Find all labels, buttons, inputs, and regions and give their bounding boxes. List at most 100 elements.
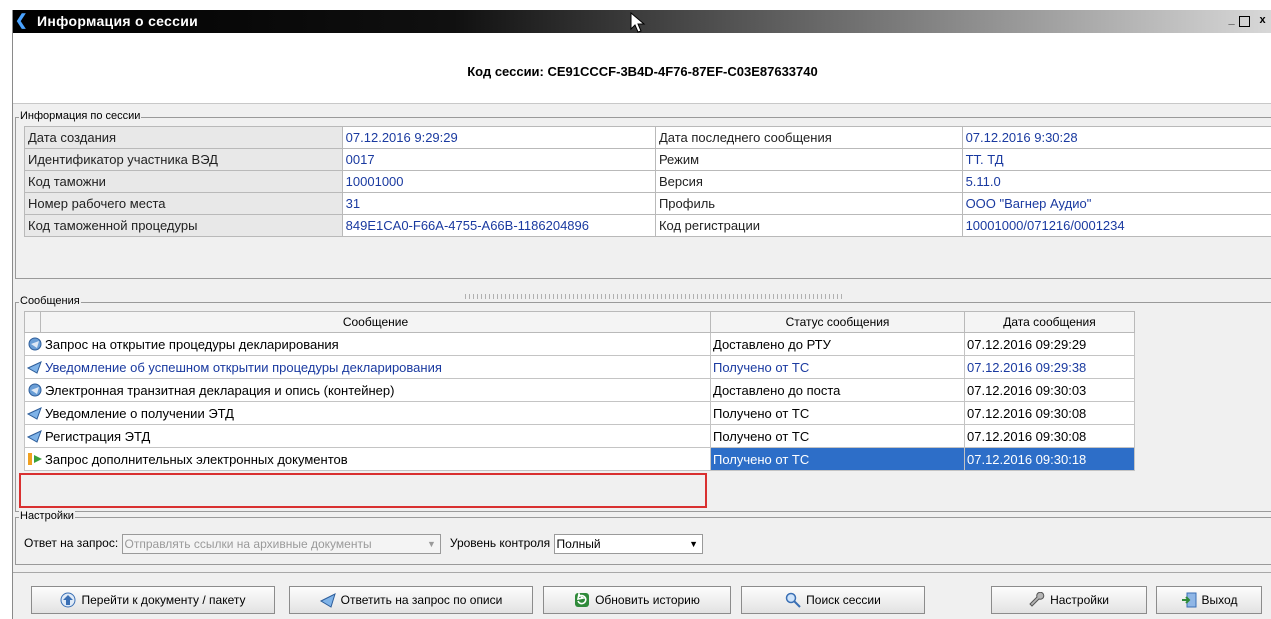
info-row: Код таможни 10001000 Версия 5.11.0 [24,170,1271,193]
info-value[interactable]: 07.12.2016 9:29:29 [341,126,656,149]
reply-mode-value: Отправлять ссылки на архивные документы [124,537,372,551]
settings-label: Настройки [1050,593,1109,607]
table-row-selected[interactable]: Запрос дополнительных электронных докуме… [24,447,1135,471]
info-label: Идентификатор участника ВЭД [24,148,343,171]
info-label: Режим [654,148,963,171]
goto-document-label: Перейти к документу / пакету [81,593,246,607]
info-label: Номер рабочего места [24,192,343,215]
column-header-message[interactable]: Сообщение [40,311,711,333]
info-value[interactable]: ООО "Вагнер Аудио" [961,192,1271,215]
status-cell[interactable]: Доставлено до РТУ [710,332,965,356]
status-cell[interactable]: Получено от ТС [710,424,965,448]
date-cell[interactable]: 07.12.2016 09:29:38 [964,355,1135,379]
message-text: Электронная транзитная декларация и опис… [45,382,395,398]
message-cell[interactable]: Электронная транзитная декларация и опис… [24,378,711,402]
message-cell[interactable]: Уведомление об успешном открытии процеду… [24,355,711,379]
reply-label: Ответ на запрос: [24,536,119,551]
info-row: Дата создания 07.12.2016 9:29:29 Дата по… [24,126,1271,149]
column-header-date[interactable]: Дата сообщения [964,311,1135,333]
info-value[interactable]: 07.12.2016 9:30:28 [961,126,1271,149]
status-cell[interactable]: Получено от ТС [710,447,965,471]
message-cell[interactable]: Запрос на открытие процедуры декларирова… [24,332,711,356]
send-icon [28,383,42,396]
reply-icon [319,593,336,608]
date-cell[interactable]: 07.12.2016 09:30:08 [964,401,1135,425]
message-cell[interactable]: Запрос дополнительных электронных докуме… [24,447,711,471]
info-row: Код таможенной процедуры 849E1CA0-F66A-4… [24,214,1271,237]
info-label: Код таможни [24,170,343,193]
search-session-button[interactable]: Поиск сессии [741,586,925,614]
info-value[interactable]: 0017 [341,148,656,171]
info-label: Дата последнего сообщения [654,126,963,149]
date-cell[interactable]: 07.12.2016 09:30:18 [964,447,1135,471]
message-cell[interactable]: Регистрация ЭТД [24,424,711,448]
session-info-window: ❮ Информация о сессии _ x Код сессии: CE… [12,10,1271,619]
column-header-status[interactable]: Статус сообщения [710,311,965,333]
send-icon [28,337,42,350]
refresh-icon [575,592,590,607]
chevron-down-icon: ▼ [427,539,436,549]
table-row[interactable]: Уведомление об успешном открытии процеду… [24,355,1135,379]
message-text: Регистрация ЭТД [45,428,151,444]
date-cell[interactable]: 07.12.2016 09:30:08 [964,424,1135,448]
control-level-select[interactable]: Полный ▼ [553,534,703,554]
table-row[interactable]: Уведомление о получении ЭТД Получено от … [24,401,1135,425]
info-value[interactable]: 10001000 [341,170,656,193]
refresh-history-button[interactable]: Обновить историю [543,586,731,614]
message-text: Запрос на открытие процедуры декларирова… [45,336,339,352]
exit-door-icon [1181,592,1197,608]
info-row: Идентификатор участника ВЭД 0017 Режим Т… [24,148,1271,171]
table-row[interactable]: Запрос на открытие процедуры декларирова… [24,332,1135,356]
messages-header-row: Сообщение Статус сообщения Дата сообщени… [24,311,1135,333]
refresh-history-label: Обновить историю [595,593,700,607]
highlight-box [19,473,707,508]
date-cell[interactable]: 07.12.2016 09:30:03 [964,378,1135,402]
wrench-icon [1029,592,1045,607]
settings-button[interactable]: Настройки [991,586,1147,614]
settings-group: Настройки Ответ на запрос: Отправлять сс… [15,510,1271,565]
reply-request-button[interactable]: Ответить на запрос по описи [289,586,533,614]
maximize-button[interactable] [1239,16,1250,27]
table-row[interactable]: Электронная транзитная декларация и опис… [24,378,1135,402]
date-cell[interactable]: 07.12.2016 09:29:29 [964,332,1135,356]
status-cell[interactable]: Доставлено до поста [710,378,965,402]
info-label: Профиль [654,192,963,215]
messages-legend: Сообщения [19,295,81,307]
status-cell[interactable]: Получено от ТС [710,401,965,425]
message-cell[interactable]: Уведомление о получении ЭТД [24,401,711,425]
message-text: Запрос дополнительных электронных докуме… [45,451,348,467]
info-value[interactable]: 5.11.0 [961,170,1271,193]
info-label: Код регистрации [654,214,963,237]
minimize-button[interactable]: _ [1225,14,1238,27]
status-cell[interactable]: Получено от ТС [710,355,965,379]
reply-mode-select[interactable]: Отправлять ссылки на архивные документы … [121,534,441,554]
session-info-table: Дата создания 07.12.2016 9:29:29 Дата по… [24,126,1271,237]
info-value[interactable]: 31 [341,192,656,215]
search-session-label: Поиск сессии [806,593,881,607]
pane-splitter[interactable] [465,294,845,299]
info-label: Код таможенной процедуры [24,214,343,237]
info-label: Версия [654,170,963,193]
info-value[interactable]: 849E1CA0-F66A-4755-A66B-1186204896 [341,214,656,237]
info-value[interactable]: ТТ. ТД [961,148,1271,171]
home-arrow-icon [60,592,76,608]
reply-request-label: Ответить на запрос по описи [340,593,503,607]
messages-table: Сообщение Статус сообщения Дата сообщени… [24,311,1135,471]
window-title: Информация о сессии [37,13,199,29]
control-level-value: Полный [556,537,601,551]
close-button[interactable]: x [1256,14,1269,27]
info-value[interactable]: 10001000/071216/0001234 [961,214,1271,237]
title-bar[interactable]: ❮ Информация о сессии _ x [13,10,1271,33]
session-info-group: Информация по сессии Дата создания 07.12… [15,110,1271,279]
session-info-legend: Информация по сессии [19,110,142,122]
message-text: Уведомление об успешном открытии процеду… [45,359,442,375]
table-row[interactable]: Регистрация ЭТД Получено от ТС 07.12.201… [24,424,1135,448]
goto-document-button[interactable]: Перейти к документу / пакету [31,586,275,614]
session-header: Код сессии: CE91CCCF-3B4D-4F76-87EF-C03E… [13,33,1271,104]
message-text: Уведомление о получении ЭТД [45,405,234,421]
exit-button[interactable]: Выход [1156,586,1262,614]
receive-icon [27,360,42,374]
receive-icon [27,406,42,420]
control-level-label: Уровень контроля [449,536,551,551]
info-label: Дата создания [24,126,343,149]
